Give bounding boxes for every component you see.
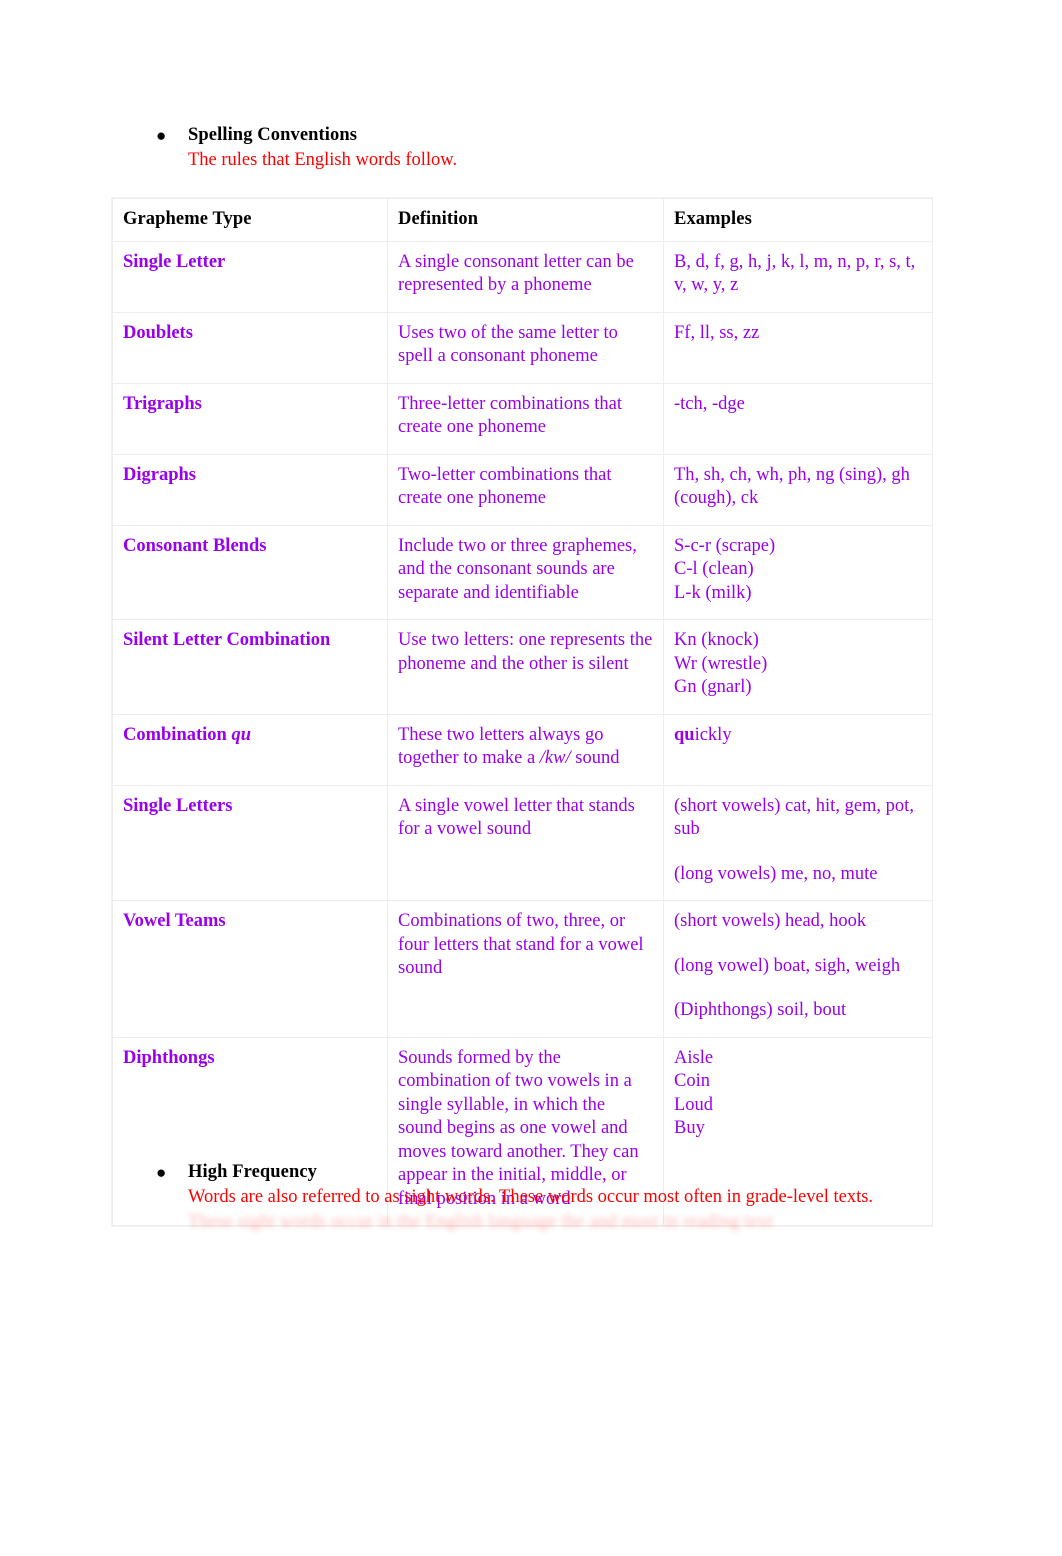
table-row: Single Letter A single consonant letter c… [112, 240, 933, 313]
cell-grapheme-type: Digraphs [112, 453, 388, 526]
table-row: Silent Letter Combination Use two letters… [112, 619, 933, 715]
cell-definition: Two-letter combinations that create one … [387, 453, 664, 526]
cell-grapheme-type: Silent Letter Combination [112, 619, 388, 715]
column-header-definition: Definition [387, 198, 664, 242]
bullet-row-high-frequency: ● High Frequency [152, 1160, 952, 1185]
cell-definition: A single consonant letter can be represe… [387, 240, 664, 313]
grapheme-table-container: Grapheme Type Definition Examples Single… [112, 198, 933, 1226]
section-faded-line-high-frequency: These sight words occur in the English l… [188, 1212, 773, 1232]
cell-definition: These two letters always go together to … [387, 713, 664, 786]
cell-examples: S-c-r (scrape) C-l (clean) L-k (milk) [663, 524, 933, 620]
cell-grapheme-type: Doublets [112, 311, 388, 384]
cell-examples: -tch, -dge [663, 382, 933, 455]
table-row: Doublets Uses two of the same letter to s… [112, 311, 933, 384]
table-body: Single Letter A single consonant letter c… [112, 240, 933, 1226]
cell-definition: Three-letter combinations that create on… [387, 382, 664, 455]
cell-definition: Use two letters: one represents the phon… [387, 619, 664, 715]
cell-examples: quickly [663, 713, 933, 786]
table-header-row: Grapheme Type Definition Examples [112, 198, 933, 242]
bullet-icon: ● [156, 1163, 167, 1182]
section-subtitle-high-frequency: Words are also referred to as sight word… [188, 1187, 874, 1207]
cell-examples: (short vowels) head, hook (long vowel) bo… [663, 900, 933, 1038]
table-row: Consonant Blends Include two or three gra… [112, 524, 933, 620]
section-high-frequency: ● High Frequency Words are also referred… [152, 1160, 952, 1235]
cell-examples: Th, sh, ch, wh, ph, ng (sing), gh (cough… [663, 453, 933, 526]
column-header-examples: Examples [663, 198, 933, 242]
cell-examples: Ff, ll, ss, zz [663, 311, 933, 384]
bullet-icon: ● [156, 126, 167, 145]
cell-examples: (short vowels) cat, hit, gem, pot, sub (l… [663, 784, 933, 901]
cell-definition: Include two or three graphemes, and the … [387, 524, 664, 620]
cell-grapheme-type: Single Letters [112, 784, 388, 901]
table-row: Combination qu These two letters always g… [112, 713, 933, 786]
table-row: Digraphs Two-letter combinations that cre… [112, 453, 933, 526]
section-subtitle-spelling: The rules that English words follow. [188, 150, 458, 170]
section-spelling-conventions: ● Spelling Conventions The rules that En… [152, 123, 952, 173]
cell-grapheme-type: Single Letter [112, 240, 388, 313]
section-title-spelling: Spelling Conventions [188, 125, 358, 145]
cell-grapheme-type: Trigraphs [112, 382, 388, 455]
cell-grapheme-type: Combination qu [112, 713, 388, 786]
grapheme-table: Grapheme Type Definition Examples Single… [112, 198, 933, 1226]
cell-examples: Kn (knock) Wr (wrestle) Gn (gnarl) [663, 619, 933, 715]
cell-definition: A single vowel letter that stands for a … [387, 784, 664, 901]
section-title-high-frequency: High Frequency [188, 1162, 318, 1182]
document-page: ● Spelling Conventions The rules that En… [0, 0, 1062, 1556]
table-row: Single Letters A single vowel letter that… [112, 784, 933, 901]
table-row: Vowel Teams Combinations of two, three, o… [112, 900, 933, 1038]
cell-grapheme-type: Consonant Blends [112, 524, 388, 620]
cell-examples: B, d, f, g, h, j, k, l, m, n, p, r, s, t… [663, 240, 933, 313]
cell-grapheme-type: Vowel Teams [112, 900, 388, 1038]
table-row: Trigraphs Three-letter combinations that … [112, 382, 933, 455]
column-header-grapheme-type: Grapheme Type [112, 198, 388, 242]
bullet-row-spelling: ● Spelling Conventions [152, 123, 952, 148]
cell-definition: Uses two of the same letter to spell a c… [387, 311, 664, 384]
cell-definition: Combinations of two, three, or four lett… [387, 900, 664, 1038]
